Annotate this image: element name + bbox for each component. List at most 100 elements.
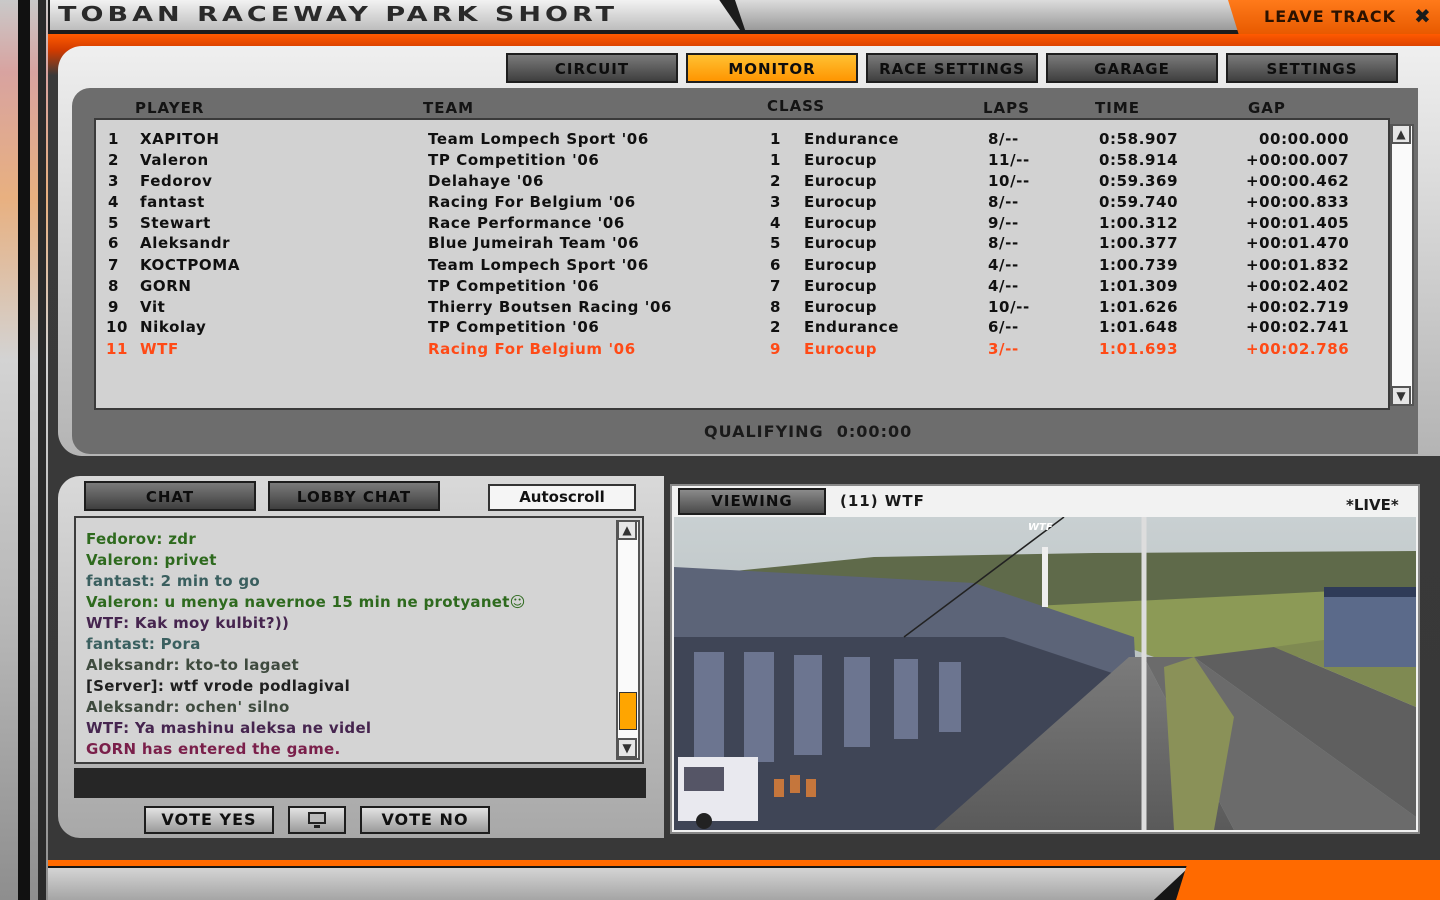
row-gap: +00:00.833 xyxy=(1246,193,1350,211)
table-row[interactable]: 2 Valeron TP Competition '06 1 Eurocup 1… xyxy=(96,151,1392,172)
row-player: Fedorov xyxy=(140,172,213,190)
chat-scroll-up-icon[interactable]: ▲ xyxy=(617,520,637,540)
chat-message: Valeron: privet xyxy=(86,551,217,569)
table-row[interactable]: 8 GORN TP Competition '06 7 Eurocup 4/--… xyxy=(96,277,1392,298)
row-team: Racing For Belgium '06 xyxy=(428,340,636,358)
tab-lobby-chat[interactable]: LOBBY CHAT xyxy=(268,481,440,511)
monitor-button[interactable] xyxy=(288,806,346,834)
row-time: 0:58.914 xyxy=(1099,151,1179,169)
table-row[interactable]: 6 Aleksandr Blue Jumeirah Team '06 5 Eur… xyxy=(96,234,1392,255)
row-class-position: 1 xyxy=(770,130,782,148)
row-laps: 11/-- xyxy=(988,151,1030,169)
chat-message: Valeron: u menya navernoe 15 min ne prot… xyxy=(86,593,526,611)
row-player: Aleksandr xyxy=(140,234,231,252)
row-class-position: 3 xyxy=(770,193,782,211)
row-player: Valeron xyxy=(140,151,209,169)
camera-feed[interactable]: WTF xyxy=(674,517,1416,830)
tab-chat[interactable]: CHAT xyxy=(84,481,256,511)
row-position: 1 xyxy=(108,130,120,148)
row-gap: +00:02.719 xyxy=(1246,298,1350,316)
row-team: Thierry Boutsen Racing '06 xyxy=(428,298,673,316)
live-indicator: *LIVE* xyxy=(1346,496,1399,514)
pit-lane-scene: WTF xyxy=(674,517,1416,830)
row-team: Team Lompech Sport '06 xyxy=(428,130,649,148)
chat-input[interactable] xyxy=(74,768,646,798)
row-class-position: 1 xyxy=(770,151,782,169)
row-team: Delahaye '06 xyxy=(428,172,545,190)
header-gap[interactable]: GAP xyxy=(1248,99,1286,117)
tab-circuit[interactable]: CIRCUIT xyxy=(506,53,678,83)
standings-scrollbar[interactable] xyxy=(1390,124,1414,406)
row-class-position: 9 xyxy=(770,340,782,358)
tab-monitor[interactable]: MONITOR xyxy=(686,53,858,83)
bottom-plate-accent xyxy=(1176,866,1440,900)
track-title: TOBAN RACEWAY PARK SHORT xyxy=(58,2,619,26)
table-row-own-player[interactable]: 11 WTF Racing For Belgium '06 9 Eurocup … xyxy=(96,340,1392,361)
header-player[interactable]: PLAYER xyxy=(135,99,204,117)
table-row[interactable]: 9 Vit Thierry Boutsen Racing '06 8 Euroc… xyxy=(96,298,1392,319)
close-icon[interactable]: ✖ xyxy=(1414,4,1431,28)
table-row[interactable]: 10 Nikolay TP Competition '06 2 Enduranc… xyxy=(96,318,1392,339)
row-class: Eurocup xyxy=(804,256,878,274)
row-class: Eurocup xyxy=(804,214,878,232)
bottom-accent-line xyxy=(48,860,1440,866)
table-row[interactable]: 5 Stewart Race Performance '06 4 Eurocup… xyxy=(96,214,1392,235)
chat-message: Aleksandr: kto-to lagaet xyxy=(86,656,300,674)
row-gap: +00:02.402 xyxy=(1246,277,1350,295)
row-position: 8 xyxy=(108,277,120,295)
row-class-position: 7 xyxy=(770,277,782,295)
row-class: Endurance xyxy=(804,318,900,336)
chat-log: Fedorov: zdr Valeron: privet fantast: 2 … xyxy=(74,516,644,764)
row-class: Eurocup xyxy=(804,298,878,316)
row-laps: 3/-- xyxy=(988,340,1019,358)
row-laps: 4/-- xyxy=(988,277,1019,295)
header-time[interactable]: TIME xyxy=(1095,99,1140,117)
row-team: TP Competition '06 xyxy=(428,318,600,336)
row-gap: +00:00.007 xyxy=(1246,151,1350,169)
row-laps: 8/-- xyxy=(988,193,1019,211)
row-position: 6 xyxy=(108,234,120,252)
scroll-down-icon[interactable]: ▼ xyxy=(1391,386,1411,406)
row-player: fantast xyxy=(140,193,205,211)
tab-settings[interactable]: SETTINGS xyxy=(1226,53,1398,83)
row-class: Endurance xyxy=(804,130,900,148)
row-player: Stewart xyxy=(140,214,211,232)
leave-track-label[interactable]: LEAVE TRACK xyxy=(1264,7,1396,26)
chat-scroll-thumb[interactable] xyxy=(619,692,637,730)
chat-message: [Server]: wtf vrode podlagival xyxy=(86,677,351,695)
chat-scroll-down-icon[interactable]: ▼ xyxy=(617,738,637,758)
row-class: Eurocup xyxy=(804,151,878,169)
row-position: 5 xyxy=(108,214,120,232)
row-position: 4 xyxy=(108,193,120,211)
vote-yes-button[interactable]: VOTE YES xyxy=(144,806,274,834)
table-row[interactable]: 4 fantast Racing For Belgium '06 3 Euroc… xyxy=(96,193,1392,214)
table-row[interactable]: 3 Fedorov Delahaye '06 2 Eurocup 10/-- 0… xyxy=(96,172,1392,193)
row-player: WTF xyxy=(140,340,179,358)
standings-list: 1 XAPITOH Team Lompech Sport '06 1 Endur… xyxy=(94,118,1390,410)
vote-no-button[interactable]: VOTE NO xyxy=(360,806,490,834)
autoscroll-toggle[interactable]: Autoscroll xyxy=(488,484,636,511)
row-class-position: 8 xyxy=(770,298,782,316)
row-class: Eurocup xyxy=(804,172,878,190)
row-position: 11 xyxy=(106,340,129,358)
tab-garage[interactable]: GARAGE xyxy=(1046,53,1218,83)
tab-race-settings[interactable]: RACE SETTINGS xyxy=(866,53,1038,83)
header-laps[interactable]: LAPS xyxy=(983,99,1030,117)
row-time: 1:01.626 xyxy=(1099,298,1179,316)
row-position: 9 xyxy=(108,298,120,316)
row-class: Eurocup xyxy=(804,277,878,295)
header-team[interactable]: TEAM xyxy=(423,99,474,117)
row-team: TP Competition '06 xyxy=(428,151,600,169)
table-row[interactable]: 7 KOCTPOMA Team Lompech Sport '06 6 Euro… xyxy=(96,256,1392,277)
left-decor-strip xyxy=(0,0,48,900)
row-laps: 10/-- xyxy=(988,172,1030,190)
row-time: 1:00.739 xyxy=(1099,256,1179,274)
row-class: Eurocup xyxy=(804,234,878,252)
header-class[interactable]: CLASS xyxy=(767,97,825,115)
bottom-plate xyxy=(48,868,1188,900)
row-laps: 9/-- xyxy=(988,214,1019,232)
scroll-up-icon[interactable]: ▲ xyxy=(1391,124,1411,144)
row-laps: 4/-- xyxy=(988,256,1019,274)
table-row[interactable]: 1 XAPITOH Team Lompech Sport '06 1 Endur… xyxy=(96,130,1392,151)
viewing-button[interactable]: VIEWING xyxy=(678,488,826,515)
